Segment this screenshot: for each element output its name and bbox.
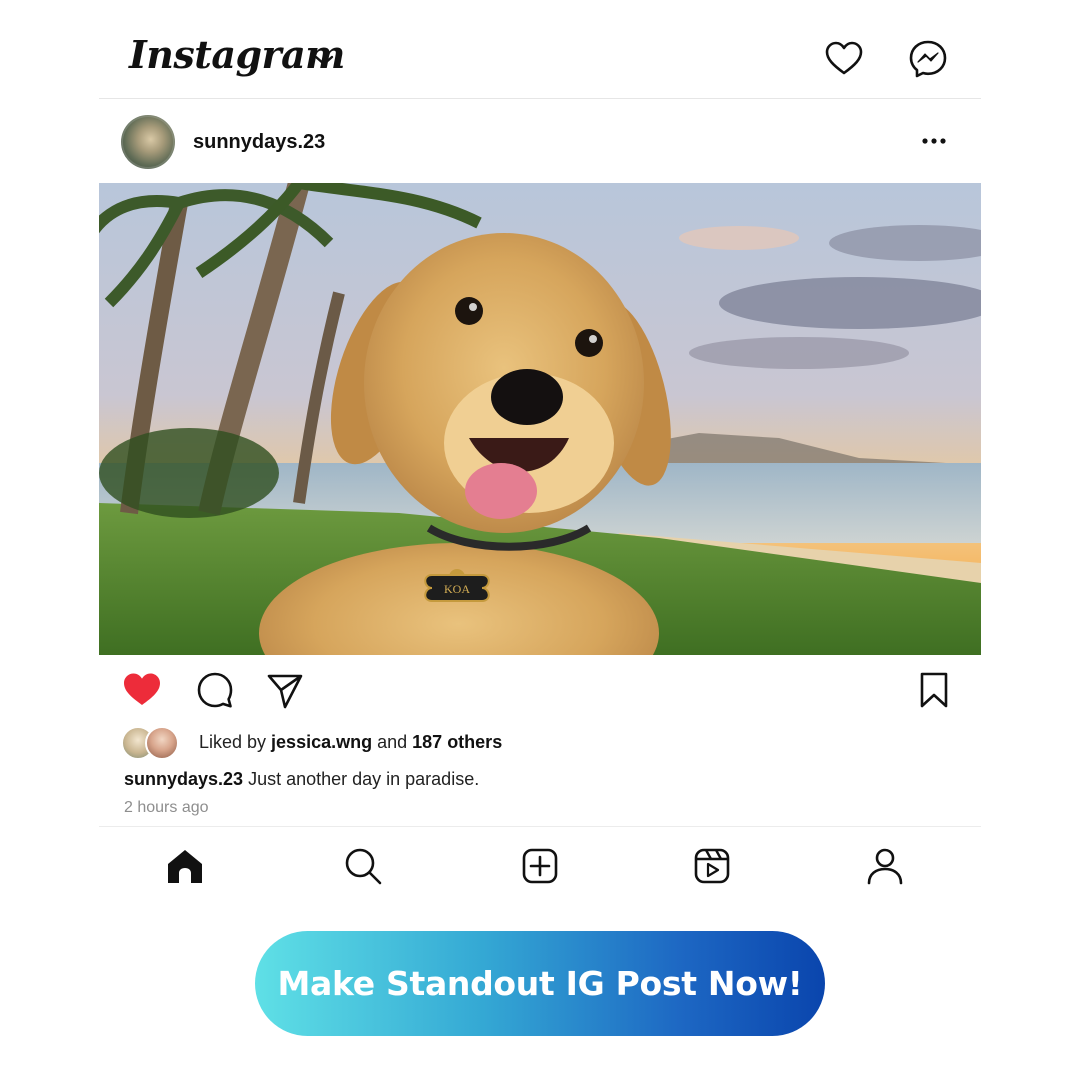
bookmark-icon[interactable]	[913, 669, 955, 711]
liker-username[interactable]: jessica.wng	[271, 732, 372, 752]
more-dots-icon[interactable]	[917, 129, 951, 153]
instagram-post-mockup: Instagram sunnydays.23 KOA Liked by jess…	[99, 22, 981, 904]
liker-avatar[interactable]	[145, 726, 179, 760]
post-photo[interactable]: KOA	[99, 183, 981, 655]
bottom-nav	[99, 826, 981, 905]
likes-text[interactable]: Liked by jessica.wng and 187 others	[199, 732, 502, 753]
profile-icon[interactable]	[864, 845, 906, 887]
post-actions	[99, 655, 981, 725]
heart-icon[interactable]	[823, 38, 865, 80]
avatar[interactable]	[121, 115, 175, 169]
post-header: sunnydays.23	[99, 99, 981, 182]
likes-middle: and	[372, 732, 413, 752]
caption: sunnydays.23 Just another day in paradis…	[124, 769, 479, 790]
comment-icon[interactable]	[194, 669, 236, 711]
messenger-icon[interactable]	[907, 38, 949, 80]
reels-icon[interactable]	[691, 845, 733, 887]
cta-label: Make Standout IG Post Now!	[277, 964, 803, 1003]
app-header: Instagram	[99, 22, 981, 99]
likes-prefix: Liked by	[199, 732, 272, 752]
pet-tag-text: KOA	[444, 582, 470, 596]
cta-button[interactable]: Make Standout IG Post Now!	[255, 931, 825, 1036]
plus-square-icon[interactable]	[519, 845, 561, 887]
caption-text: Just another day in paradise.	[243, 769, 480, 789]
caption-username[interactable]: sunnydays.23	[124, 769, 243, 789]
likes-row: Liked by jessica.wng and 187 others	[121, 724, 921, 760]
likes-count[interactable]: 187 others	[412, 732, 502, 752]
share-icon[interactable]	[264, 669, 306, 711]
heart-filled-icon[interactable]	[121, 669, 163, 711]
puppy-beach-image: KOA	[99, 183, 981, 655]
search-icon[interactable]	[342, 845, 384, 887]
home-icon[interactable]	[164, 845, 206, 887]
post-username[interactable]: sunnydays.23	[193, 131, 325, 154]
timestamp: 2 hours ago	[124, 799, 209, 816]
chevron-down-icon[interactable]	[311, 52, 337, 70]
